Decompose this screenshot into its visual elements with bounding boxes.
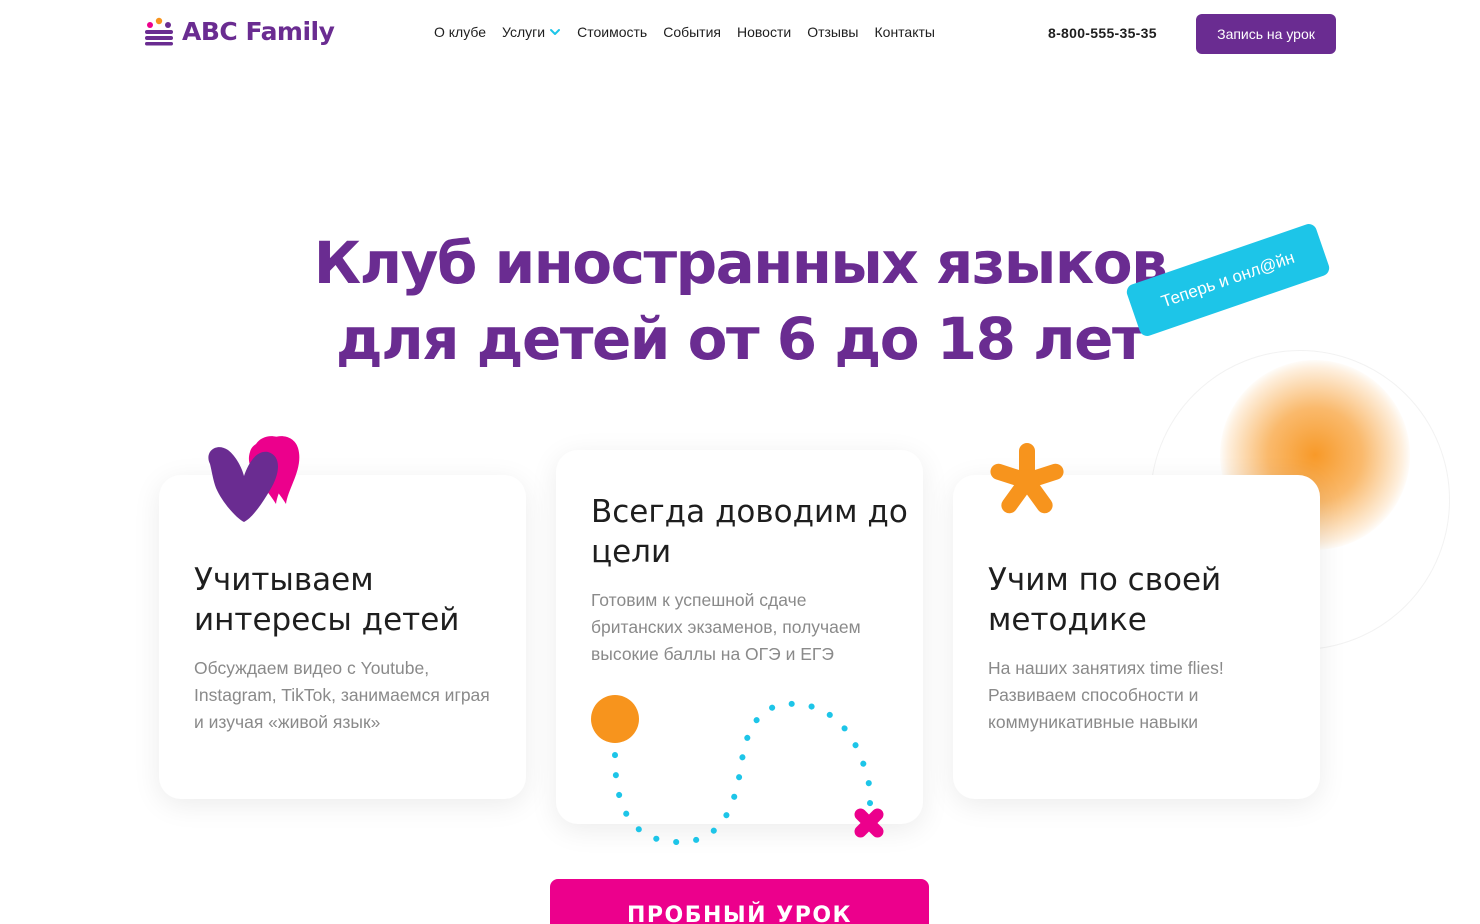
nav-item-about[interactable]: О клубе <box>434 24 486 40</box>
chevron-down-icon <box>550 29 561 35</box>
nav-item-label: События <box>663 24 721 40</box>
card-title: Всегда доводим до цели <box>591 494 908 570</box>
nav-item-label: Отзывы <box>807 24 859 40</box>
feature-card-method: Учим по своей методике На наших занятиях… <box>953 475 1320 799</box>
logo-text: ABC Family <box>182 16 335 46</box>
site-header: ABC Family О клубе Услуги Стоимость Собы… <box>0 0 1480 68</box>
card-text: Обсуждаем видео с Youtube, Instagram, Ti… <box>194 658 490 732</box>
dotted-path-icon <box>591 695 884 846</box>
nav-item-pricing[interactable]: Стоимость <box>577 24 647 40</box>
nav-item-services[interactable]: Услуги <box>502 24 561 40</box>
logo-family-icon <box>145 17 173 46</box>
nav-item-label: О клубе <box>434 24 487 40</box>
phone-link[interactable]: 8-800-555-35-35 <box>1048 25 1157 41</box>
hero-title-line-2: для детей от 6 до 18 лет <box>335 305 1146 373</box>
nav-item-events[interactable]: События <box>663 24 721 40</box>
nav-item-label: Новости <box>737 24 792 40</box>
card-title: Учитываем интересы детей <box>194 562 460 638</box>
nav-item-contacts[interactable]: Контакты <box>875 24 935 40</box>
nav-item-label: Услуги <box>502 24 546 40</box>
card-title: Учим по своей методике <box>988 562 1222 638</box>
nav-item-label: Стоимость <box>577 24 648 40</box>
card-text: На наших занятиях time flies! Развиваем … <box>988 658 1224 732</box>
signup-button[interactable]: Запись на урок <box>1196 14 1336 54</box>
logo[interactable]: ABC Family <box>144 16 335 46</box>
main-nav: О клубе Услуги Стоимость События Новости… <box>434 24 951 40</box>
card-text: Готовим к успешной сдаче британских экза… <box>591 590 861 664</box>
asterisk-flower-icon <box>990 443 1064 514</box>
nav-item-news[interactable]: Новости <box>737 24 791 40</box>
hearts-icon <box>208 436 300 522</box>
nav-item-reviews[interactable]: Отзывы <box>807 24 858 40</box>
nav-item-label: Контакты <box>874 24 935 40</box>
trial-lesson-button[interactable]: ПРОБНЫЙ УРОК <box>550 879 929 924</box>
